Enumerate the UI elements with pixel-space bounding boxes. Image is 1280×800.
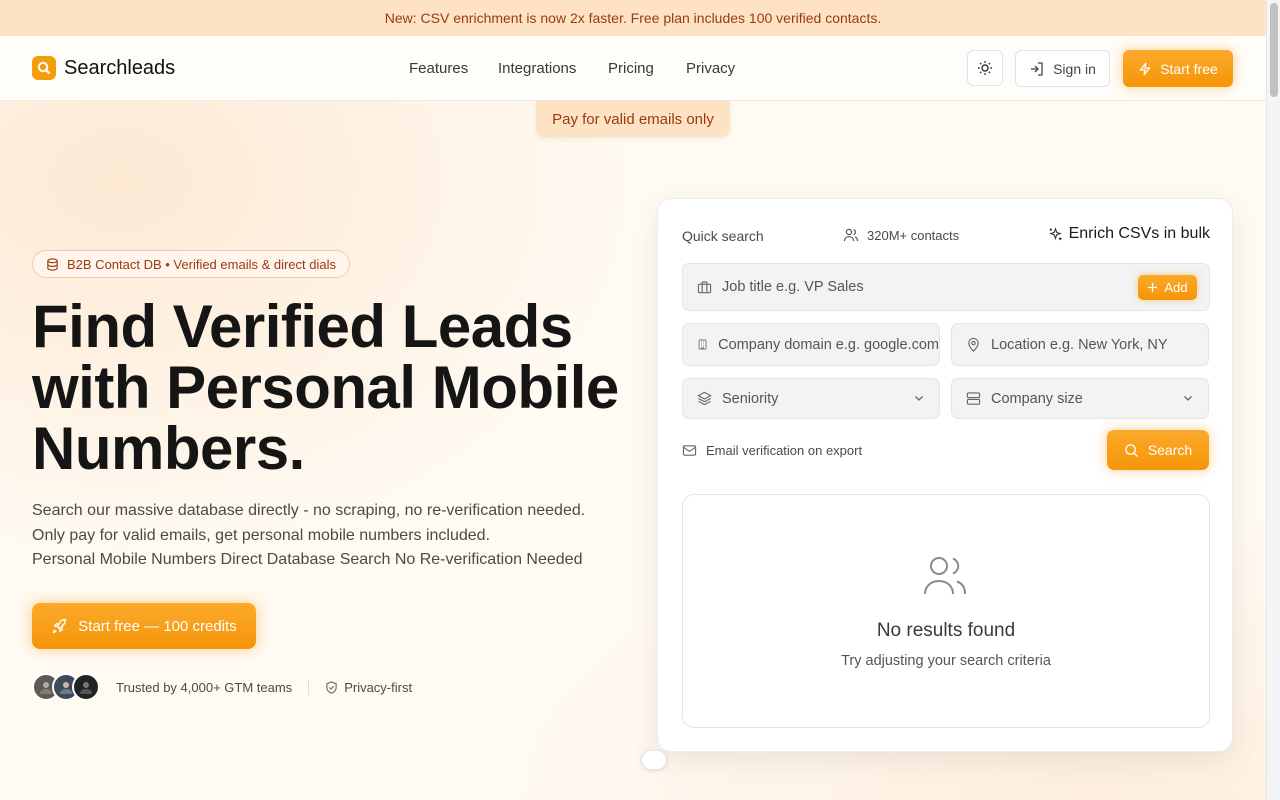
sparkles-icon [1048,226,1062,240]
database-icon [47,257,58,271]
map-pin-icon [968,337,979,352]
avatar-stack [32,673,100,701]
mail-icon [682,445,697,456]
hero-title: Find Verified Leads with Personal Mobile… [32,296,652,479]
announcement-bar: New: CSV enrichment is now 2x faster. Fr… [0,0,1266,36]
toggle-handle[interactable] [641,750,667,770]
users-icon [924,557,966,595]
add-label: Add [1164,280,1188,295]
valid-emails-text: Pay for valid emails only [552,110,714,128]
divider [308,679,310,695]
quick-search-card: Quick search 320M+ contacts Enrich CSVs … [657,198,1233,752]
location-placeholder: Location e.g. New York, NY [991,336,1168,353]
nav-pricing[interactable]: Pricing [608,60,654,77]
search-label: Search [1147,442,1193,458]
search-icon [1125,443,1138,457]
email-verification-text: Email verification on export [706,443,863,458]
no-results-subtitle: Try adjusting your search criteria [841,653,1051,669]
site-header: Searchleads Features Integrations Pricin… [0,36,1266,101]
hero-badge-text: B2B Contact DB • Verified emails & direc… [67,256,337,272]
avatar [72,673,100,701]
plus-icon [1148,282,1158,293]
valid-emails-pill: Pay for valid emails only [536,101,730,137]
hero-subcopy: Search our massive database directly - n… [32,499,585,573]
sun-icon [978,61,992,75]
logo[interactable]: Searchleads [32,56,175,80]
search-button[interactable]: Search [1107,430,1209,470]
users-icon [843,228,859,242]
job-title-input[interactable]: Job title e.g. VP Sales Add [682,263,1210,311]
company-size-select[interactable]: Company size [951,378,1209,419]
privacy-first-text: Privacy-first [344,679,413,695]
hero-sub-line2: Only pay for valid emails, get personal … [32,526,491,544]
no-results-title: No results found [876,620,1016,641]
enrich-csv-text: Enrich CSVs in bulk [1068,225,1210,242]
job-title-placeholder: Job title e.g. VP Sales [722,279,864,295]
nav-privacy[interactable]: Privacy [686,60,735,77]
hero-title-line3: Numbers. [32,415,305,482]
person-icon [80,682,92,694]
card-header: Quick search 320M+ contacts Enrich CSVs … [682,225,1210,247]
enrich-csv-link[interactable]: Enrich CSVs in bulk [1048,225,1210,243]
hero-title-line1: Find Verified Leads [32,293,573,360]
nav-integrations[interactable]: Integrations [498,60,576,77]
hero-sub-line1: Search our massive database directly - n… [32,502,586,519]
rocket-icon [53,618,67,633]
trust-row: Trusted by 4,000+ GTM teams Privacy-firs… [32,672,412,702]
location-input[interactable]: Location e.g. New York, NY [951,323,1209,366]
briefcase-icon [697,280,712,293]
nav-features[interactable]: Features [409,60,468,77]
login-icon [1031,61,1043,76]
hero-cta-button[interactable]: Start free — 100 credits [32,603,256,649]
building-icon [698,339,707,350]
brand-name: Searchleads [64,56,176,79]
start-free-label: Start free [1160,60,1218,77]
privacy-first: Privacy-first [325,680,412,695]
company-domain-input[interactable]: Company domain e.g. google.com [682,323,940,366]
chevron-down-icon [1184,396,1192,401]
hero-badge: B2B Contact DB • Verified emails & direc… [32,250,351,278]
chevron-down-icon [915,396,923,401]
email-verification-note: Email verification on export [682,443,862,458]
hero-sub-line3: Personal Mobile Numbers Direct Database … [32,551,583,568]
announcement-text: New: CSV enrichment is now 2x faster. Fr… [384,10,882,26]
layers-icon [697,391,712,406]
logo-search-icon [32,56,56,80]
sign-in-button[interactable]: Sign in [1015,50,1110,87]
start-free-button[interactable]: Start free [1123,50,1233,87]
page-scrollbar[interactable] [1266,0,1280,800]
contacts-count: 320M+ contacts [843,227,959,243]
results-panel: No results found Try adjusting your sear… [682,494,1210,728]
scrollbar-thumb[interactable] [1270,3,1278,97]
server-icon [966,392,981,405]
shield-check-icon [326,680,337,694]
theme-toggle-button[interactable] [967,50,1003,86]
hero-title-line2: with Personal Mobile [32,354,619,421]
add-job-title-button[interactable]: Add [1138,275,1197,300]
hero-cta-label: Start free — 100 credits [78,617,237,635]
quick-search-label: Quick search [682,228,764,244]
person-icon [60,682,72,694]
company-domain-placeholder: Company domain e.g. google.com [718,336,939,353]
seniority-label: Seniority [722,390,779,407]
lightning-icon [1139,62,1152,75]
person-icon [40,682,52,694]
sign-in-label: Sign in [1053,60,1096,77]
contacts-count-text: 320M+ contacts [867,227,960,243]
trusted-text: Trusted by 4,000+ GTM teams [116,679,293,695]
company-size-label: Company size [991,390,1083,407]
seniority-select[interactable]: Seniority [682,378,940,419]
